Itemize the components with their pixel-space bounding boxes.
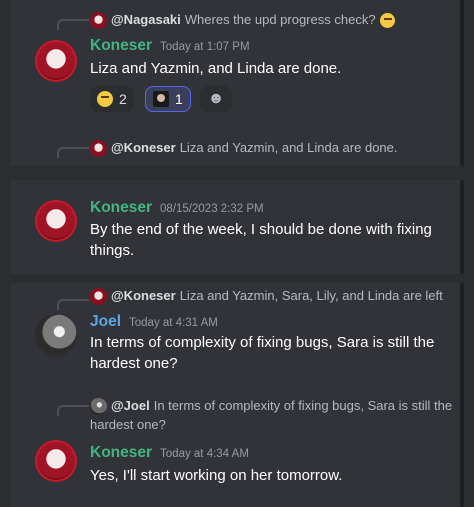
avatar[interactable] — [35, 40, 77, 82]
reply-spine — [57, 405, 89, 416]
message-header: Koneser Today at 1:07 PM — [90, 37, 250, 55]
scrollbar[interactable] — [460, 180, 464, 274]
avatar[interactable] — [35, 314, 77, 356]
timestamp[interactable]: 08/15/2023 2:32 PM — [160, 203, 264, 215]
message-group-2: Koneser 08/15/2023 2:32 PM By the end of … — [10, 180, 462, 274]
author-name[interactable]: Koneser — [90, 37, 152, 54]
timestamp[interactable]: Today at 4:34 AM — [160, 448, 249, 460]
message-content: By the end of the week, I should be done… — [90, 221, 432, 259]
author-name[interactable]: Joel — [90, 313, 121, 330]
reply-mention[interactable]: @Koneser — [111, 288, 176, 303]
reply-avatar — [90, 288, 107, 306]
reply-text: Liza and Yazmin, Sara, Lily, and Linda a… — [179, 288, 443, 303]
reply-spine — [57, 147, 89, 158]
message-content: Liza and Yazmin, and Linda are done. — [90, 60, 342, 77]
timestamp[interactable]: Today at 1:07 PM — [160, 41, 250, 53]
message-header: Joel Today at 4:31 AM — [90, 313, 218, 331]
reaction-button[interactable]: 2 — [90, 86, 134, 112]
timestamp[interactable]: Today at 4:31 AM — [129, 317, 218, 329]
party-face-emoji-icon — [97, 91, 113, 107]
reply-preview[interactable]: @Joel In terms of complexity of fixing bu… — [90, 396, 455, 434]
add-reaction-icon: ☻ — [207, 90, 225, 107]
author-name[interactable]: Koneser — [90, 444, 152, 461]
author-name[interactable]: Koneser — [90, 199, 152, 216]
reply-preview[interactable]: @Nagasaki Wheres the upd progress check? — [90, 12, 395, 30]
reply-preview[interactable]: @Koneser Liza and Yazmin, Sara, Lily, and… — [90, 288, 443, 306]
eyeglasses-emoji-icon — [379, 13, 395, 29]
avatar[interactable] — [35, 200, 77, 242]
message-header: Koneser 08/15/2023 2:32 PM — [90, 199, 264, 217]
scrollbar[interactable] — [460, 283, 464, 507]
reply-spine — [57, 19, 89, 30]
message-group-1: @Nagasaki Wheres the upd progress check? … — [10, 0, 462, 166]
message-content: In terms of complexity of fixing bugs, S… — [90, 334, 435, 372]
reply-avatar — [90, 12, 107, 30]
reaction-count: 1 — [175, 91, 183, 107]
custom-emoji-icon — [153, 91, 169, 107]
reply-mention[interactable]: @Koneser — [111, 140, 176, 155]
reply-mention[interactable]: @Joel — [111, 398, 150, 413]
add-reaction-button[interactable]: ☻ — [200, 86, 232, 112]
reply-text: Liza and Yazmin, and Linda are done. — [179, 140, 398, 155]
reply-preview[interactable]: @Koneser Liza and Yazmin, and Linda are d… — [90, 140, 398, 158]
scrollbar[interactable] — [460, 0, 464, 166]
reply-avatar — [90, 140, 107, 158]
message-header: Koneser Today at 4:34 AM — [90, 444, 249, 462]
reply-spine — [57, 299, 89, 310]
message-content: Yes, I'll start working on her tomorrow. — [90, 467, 343, 484]
message-group-3: @Koneser Liza and Yazmin, Sara, Lily, and… — [10, 283, 462, 507]
avatar[interactable] — [35, 440, 77, 482]
reply-text: Wheres the upd progress check? — [184, 12, 376, 27]
reaction-count: 2 — [119, 91, 127, 107]
reaction-button[interactable]: 1 — [145, 86, 191, 112]
reply-mention[interactable]: @Nagasaki — [111, 12, 181, 27]
reply-avatar — [90, 398, 107, 416]
